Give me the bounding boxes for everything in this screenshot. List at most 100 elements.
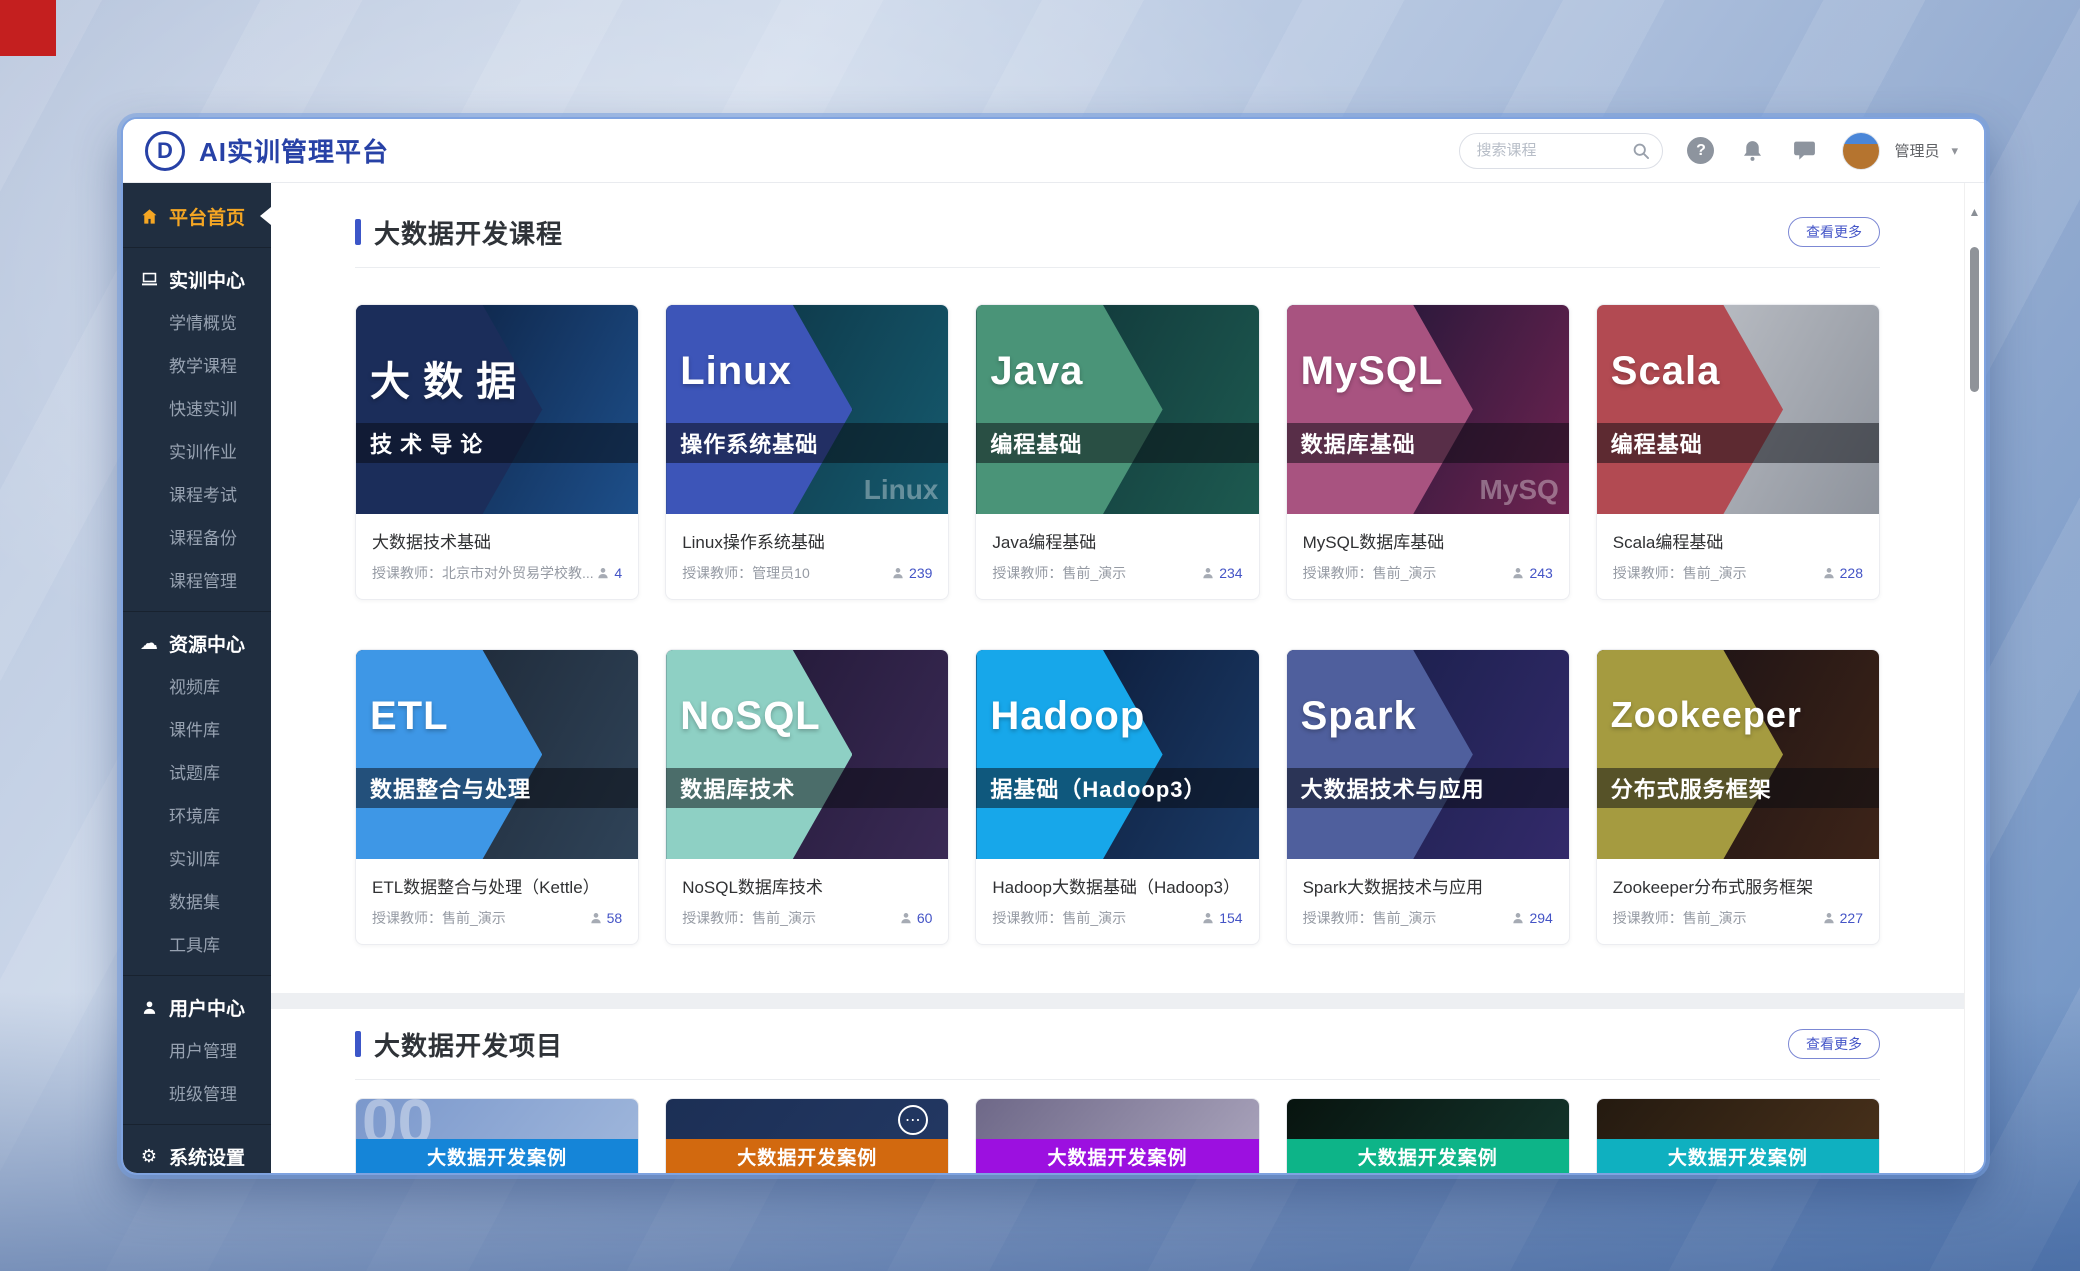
- sidebar-item-teaching-courses[interactable]: 教学课程: [123, 345, 271, 388]
- home-icon: [139, 206, 159, 226]
- scrollbar-thumb[interactable]: [1970, 247, 1979, 392]
- course-card[interactable]: Spark 大数据技术与应用 Spark大数据技术与应用 授课教师：售前_演示 …: [1286, 649, 1570, 945]
- sidebar-item-training-library[interactable]: 实训库: [123, 838, 271, 881]
- banner-subtitle-band: 数据整合与处理: [356, 768, 638, 808]
- notifications-bell-icon[interactable]: [1738, 137, 1766, 165]
- laptop-icon: [139, 269, 159, 289]
- sidebar-divider: [123, 611, 271, 612]
- sidebar-item-user-center[interactable]: 用户中心: [123, 984, 271, 1030]
- main-content: 大数据开发课程 查看更多 大 数 据 技 术 导 论 大数据技术基础: [271, 183, 1964, 1175]
- banner-title: NoSQL: [680, 694, 821, 739]
- section-divider: [355, 267, 1880, 268]
- course-grid: 大 数 据 技 术 导 论 大数据技术基础 授课教师：北京市对外贸易学校教...…: [355, 304, 1880, 945]
- sidebar-item-course-backup[interactable]: 课程备份: [123, 517, 271, 560]
- section-bigdata-courses: 大数据开发课程 查看更多 大 数 据 技 术 导 论 大数据技术基础: [271, 183, 1964, 993]
- chevron-down-icon[interactable]: ▾: [1951, 143, 1958, 159]
- course-card[interactable]: Scala 编程基础 Scala编程基础 授课教师：售前_演示 228: [1596, 304, 1880, 600]
- section-accent-bar: [355, 219, 361, 245]
- course-thumbnail: ETL 数据整合与处理: [356, 650, 638, 859]
- sidebar-item-course-management[interactable]: 课程管理: [123, 560, 271, 603]
- banner-arrow-shape: [666, 650, 852, 859]
- banner-title: Zookeeper: [1611, 694, 1802, 736]
- section-accent-bar: [355, 1031, 361, 1057]
- help-icon[interactable]: ?: [1687, 137, 1714, 164]
- active-item-marker: [260, 207, 271, 225]
- person-icon: [899, 911, 913, 925]
- project-card[interactable]: ⋯ 大数据开发案例: [665, 1098, 949, 1175]
- sidebar-item-course-exams[interactable]: 课程考试: [123, 474, 271, 517]
- header-actions: ? 管理员 ▾: [1459, 132, 1958, 170]
- banner-subtitle-band: 据基础（Hadoop3）: [976, 768, 1258, 808]
- sidebar-item-question-library[interactable]: 试题库: [123, 752, 271, 795]
- banner-arrow-shape: [976, 650, 1162, 859]
- sidebar-item-training-homework[interactable]: 实训作业: [123, 431, 271, 474]
- sidebar-item-environment-library[interactable]: 环境库: [123, 795, 271, 838]
- course-title: MySQL数据库基础: [1303, 528, 1553, 553]
- project-card[interactable]: 大数据开发案例: [1286, 1098, 1570, 1175]
- banner-subtitle-band: 操作系统基础: [666, 423, 948, 463]
- sidebar-item-training-center[interactable]: 实训中心: [123, 256, 271, 302]
- sidebar-item-video-library[interactable]: 视频库: [123, 666, 271, 709]
- sidebar-item-courseware-library[interactable]: 课件库: [123, 709, 271, 752]
- scrollbar-up-icon[interactable]: ▲: [1965, 205, 1984, 219]
- sidebar-item-resource-center[interactable]: ☁ 资源中心: [123, 620, 271, 666]
- project-card[interactable]: 大数据开发案例: [1596, 1098, 1880, 1175]
- project-grid: 00 大数据开发案例 ⋯ 大数据开发案例 大: [355, 1098, 1880, 1175]
- sidebar-item-tool-library[interactable]: 工具库: [123, 924, 271, 967]
- app-title: AI实训管理平台: [199, 132, 389, 169]
- sidebar-item-label: 用户中心: [169, 994, 245, 1021]
- user-avatar[interactable]: [1842, 132, 1880, 170]
- sidebar-item-system-settings[interactable]: ⚙ 系统设置: [123, 1133, 271, 1175]
- course-teacher: 授课教师：售前_演示: [1303, 908, 1512, 928]
- banner-subtitle-band: 大数据技术与应用: [1287, 768, 1569, 808]
- course-card[interactable]: Hadoop 据基础（Hadoop3） Hadoop大数据基础（Hadoop3）…: [975, 649, 1259, 945]
- project-thumbnail: ⋯ 大数据开发案例: [666, 1099, 948, 1175]
- desktop-background: D AI实训管理平台 ?: [0, 0, 2080, 1271]
- person-icon: [1201, 911, 1215, 925]
- course-card[interactable]: Java 编程基础 Java编程基础 授课教师：售前_演示 234: [975, 304, 1259, 600]
- messages-chat-icon[interactable]: [1790, 137, 1818, 165]
- project-banner: 大数据开发案例: [666, 1139, 948, 1173]
- course-teacher: 授课教师：售前_演示: [992, 563, 1201, 583]
- project-thumbnail: 大数据开发案例: [976, 1099, 1258, 1175]
- course-teacher: 授课教师：售前_演示: [682, 908, 899, 928]
- student-count: 4: [596, 565, 622, 581]
- project-card[interactable]: 大数据开发案例: [975, 1098, 1259, 1175]
- course-teacher: 授课教师：北京市对外贸易学校教...: [372, 563, 596, 583]
- course-card[interactable]: NoSQL 数据库技术 NoSQL数据库技术 授课教师：售前_演示 60: [665, 649, 949, 945]
- sidebar-item-class-management[interactable]: 班级管理: [123, 1073, 271, 1116]
- course-title: 大数据技术基础: [372, 528, 622, 553]
- view-more-button[interactable]: 查看更多: [1788, 217, 1880, 247]
- project-banner: 大数据开发案例: [976, 1139, 1258, 1173]
- course-title: Hadoop大数据基础（Hadoop3）: [992, 873, 1242, 898]
- ellipsis-icon: ⋯: [898, 1105, 928, 1135]
- course-card[interactable]: 大 数 据 技 术 导 论 大数据技术基础 授课教师：北京市对外贸易学校教...…: [355, 304, 639, 600]
- view-more-button[interactable]: 查看更多: [1788, 1029, 1880, 1059]
- project-banner: 大数据开发案例: [1287, 1139, 1569, 1173]
- sidebar-item-datasets[interactable]: 数据集: [123, 881, 271, 924]
- student-count: 58: [589, 910, 623, 926]
- course-card[interactable]: MySQL 数据库基础 MySQ MySQL数据库基础 授课教师：售前_演示 2…: [1286, 304, 1570, 600]
- banner-subtitle-band: 编程基础: [1597, 423, 1879, 463]
- project-card[interactable]: 00 大数据开发案例: [355, 1098, 639, 1175]
- person-icon: [596, 566, 610, 580]
- banner-title: Scala: [1611, 349, 1721, 394]
- sidebar-item-home[interactable]: 平台首页: [123, 193, 271, 239]
- banner-title: ETL: [370, 694, 449, 739]
- course-title: Zookeeper分布式服务框架: [1613, 873, 1863, 898]
- sidebar-item-quick-training[interactable]: 快速实训: [123, 388, 271, 431]
- course-card[interactable]: Linux 操作系统基础 Linux Linux操作系统基础 授课教师：管理员1…: [665, 304, 949, 600]
- course-card[interactable]: Zookeeper 分布式服务框架 Zookeeper分布式服务框架 授课教师：…: [1596, 649, 1880, 945]
- scrollbar-track[interactable]: ▲: [1964, 183, 1984, 1175]
- app-window: D AI实训管理平台 ?: [121, 117, 1986, 1175]
- banner-arrow-shape: [356, 305, 542, 514]
- banner-arrow-shape: [1287, 650, 1473, 859]
- sidebar-item-learning-overview[interactable]: 学情概览: [123, 302, 271, 345]
- banner-arrow-shape: [1597, 650, 1783, 859]
- course-card[interactable]: ETL 数据整合与处理 ETL数据整合与处理（Kettle） 授课教师：售前_演…: [355, 649, 639, 945]
- banner-subtitle-band: 数据库技术: [666, 768, 948, 808]
- sidebar-item-user-management[interactable]: 用户管理: [123, 1030, 271, 1073]
- person-icon: [1822, 566, 1836, 580]
- course-thumbnail: 大 数 据 技 术 导 论: [356, 305, 638, 514]
- search-icon[interactable]: [1631, 141, 1651, 161]
